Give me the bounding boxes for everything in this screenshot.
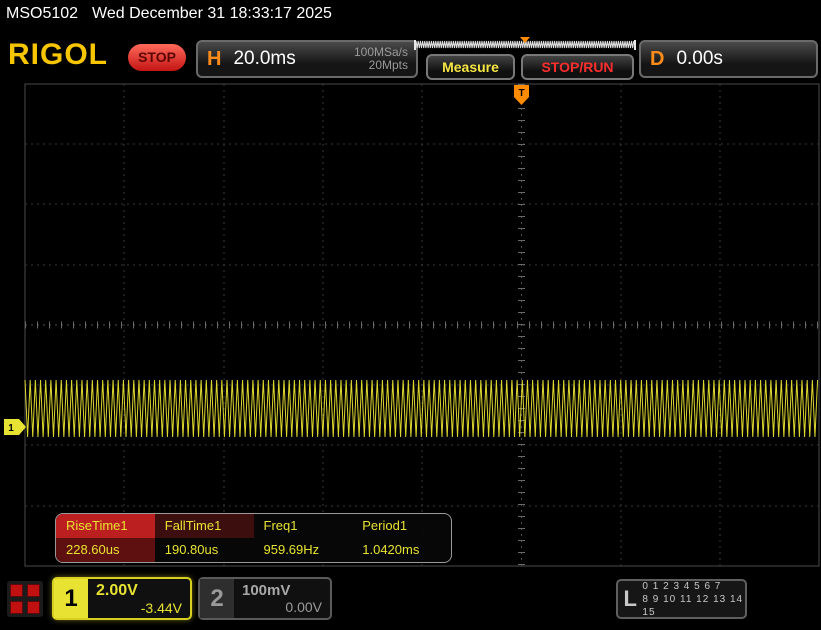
measurement-freq[interactable]: Freq1 959.69Hz [254, 514, 353, 562]
measurement-name: RiseTime1 [56, 514, 155, 538]
red-square-icon [27, 584, 40, 597]
measurement-name: Freq1 [263, 518, 298, 533]
ch1-marker-number: 1 [8, 423, 14, 434]
digital-channels-status[interactable]: L 0 1 2 3 4 5 6 7 8 9 10 11 12 13 14 15 [616, 579, 747, 619]
channel2-number[interactable]: 2 [200, 579, 234, 618]
measurement-name: Period1 [362, 518, 408, 533]
channel1-status[interactable]: 1 2.00V -3.44V [52, 577, 192, 620]
channel1-values: 2.00V -3.44V [88, 579, 190, 618]
app-menu-icon[interactable] [7, 581, 43, 617]
ch1-waveform-trace [24, 379, 819, 438]
red-square-icon [27, 601, 40, 614]
measurement-period[interactable]: Period1 1.0420ms [352, 514, 451, 562]
digital-label: L [623, 586, 637, 611]
measurement-falltime[interactable]: FallTime1 190.80us [154, 514, 254, 562]
digital-row1: 0 1 2 3 4 5 6 7 [642, 580, 722, 592]
channel2-values: 100mV 0.00V [234, 579, 330, 618]
measurement-value: 959.69Hz [263, 542, 320, 557]
digital-row2: 8 9 10 11 12 13 14 15 [642, 593, 744, 618]
measurement-risetime[interactable]: RiseTime1 228.60us [56, 514, 155, 562]
digital-channel-list: 0 1 2 3 4 5 6 7 8 9 10 11 12 13 14 15 [642, 580, 745, 618]
measurement-value: 190.80us [164, 542, 219, 557]
oscilloscope-screen: MSO5102 Wed December 31 18:33:17 2025 RIG… [0, 0, 821, 630]
measurement-panel[interactable]: RiseTime1 228.60us FallTime1 190.80us Fr… [55, 513, 452, 563]
ch1-ground-marker[interactable]: 1 [4, 419, 26, 435]
measurement-value: 228.60us [56, 538, 155, 562]
channel2-offset: 0.00V [285, 599, 322, 615]
channel2-scale: 100mV [242, 582, 291, 599]
channel1-number[interactable]: 1 [54, 579, 88, 618]
measurement-value: 1.0420ms [362, 542, 420, 557]
trigger-marker-letter: T [518, 88, 524, 99]
channel2-status[interactable]: 2 100mV 0.00V [198, 577, 332, 620]
trigger-position-marker[interactable]: T [514, 85, 529, 105]
measurement-name: FallTime1 [154, 514, 254, 538]
channel1-offset: -3.44V [140, 600, 182, 616]
red-square-icon [10, 601, 23, 614]
channel1-scale: 2.00V [96, 582, 138, 599]
red-square-icon [10, 584, 23, 597]
